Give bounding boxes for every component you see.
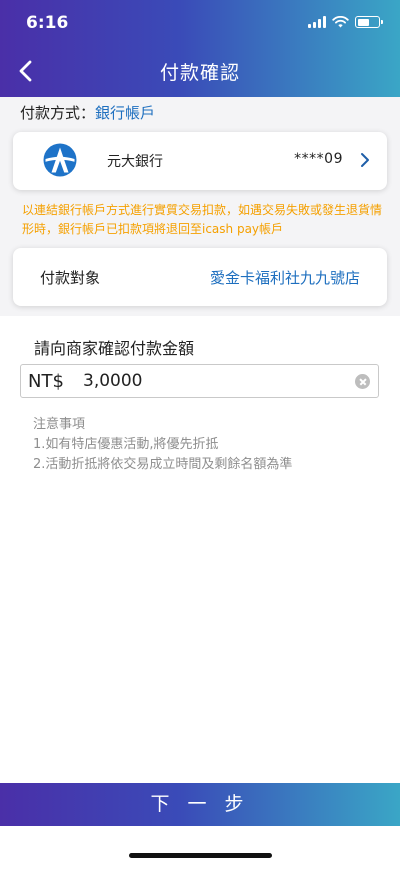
page-title: 付款確認 — [159, 62, 240, 84]
merchant-card: 付款對象 愛金卡福利社九九號店 — [13, 248, 387, 306]
battery-icon — [355, 16, 383, 28]
merchant-name: 愛金卡福利社九九號店 — [209, 269, 360, 287]
signal-icon — [308, 16, 326, 28]
next-step-button[interactable]: 下 一 步 — [0, 783, 400, 826]
notes-item: 1.如有特店優惠活動,將優先折抵 — [33, 437, 219, 452]
bank-name: 元大銀行 — [107, 154, 163, 170]
home-indicator-area — [0, 826, 400, 885]
notes-item: 2.活動折抵將依交易成立時間及剩餘名額為準 — [33, 457, 293, 472]
app-header: 6:16 付款確認 — [0, 0, 400, 97]
bank-account-card[interactable]: 元大銀行 ****09 — [13, 132, 387, 190]
merchant-label: 付款對象 — [40, 269, 101, 287]
chevron-right-icon — [361, 153, 369, 167]
currency-label: NT$ — [28, 371, 64, 392]
payment-method-label: 付款方式： — [20, 104, 96, 122]
clear-icon[interactable] — [355, 374, 370, 389]
account-number: ****09 — [294, 151, 343, 167]
refund-notice: 以連結銀行帳戶方式進行實質交易扣款，如遇交易失敗或發生退貨情形時，銀行帳戶已扣款… — [22, 203, 383, 236]
bank-logo-icon — [43, 143, 77, 177]
system-icons — [308, 16, 383, 28]
home-indicator[interactable] — [129, 853, 272, 858]
amount-input[interactable]: NT$ 3,0000 — [20, 364, 379, 398]
amount-value[interactable]: 3,0000 — [83, 371, 142, 391]
status-time: 6:16 — [26, 13, 69, 33]
wifi-icon — [332, 16, 349, 28]
notes-title: 注意事項 — [33, 417, 86, 432]
payment-method-value: 銀行帳戶 — [95, 104, 156, 122]
status-bar: 6:16 — [0, 0, 400, 46]
notes: 注意事項 1.如有特店優惠活動,將優先折抵 2.活動折抵將依交易成立時間及剩餘名… — [33, 415, 292, 475]
amount-label: 請向商家確認付款金額 — [34, 339, 195, 358]
amount-section: 請向商家確認付款金額 NT$ 3,0000 注意事項 1.如有特店優惠活動,將優… — [0, 316, 400, 783]
payment-method-row: 付款方式：銀行帳戶 — [20, 102, 155, 123]
